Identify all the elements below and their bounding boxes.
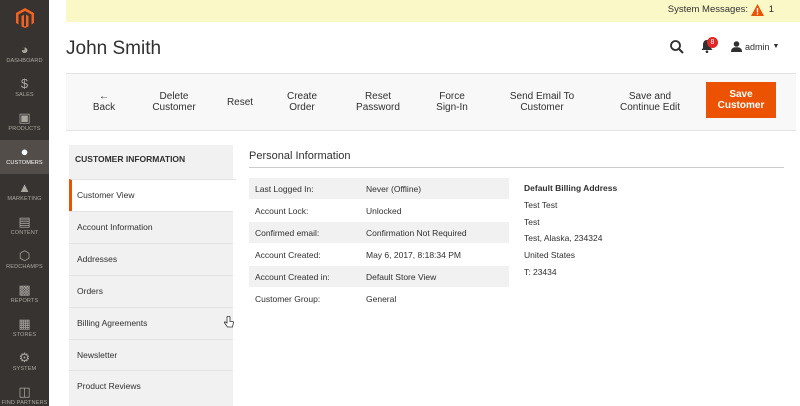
send-email-button[interactable]: Send Email To Customer [496, 74, 588, 130]
hand-cursor-icon [223, 315, 234, 333]
personal-info-title: Personal Information [249, 150, 351, 162]
delete-customer-button[interactable]: Delete Customer [144, 74, 204, 130]
content-icon: ▤ [18, 214, 31, 229]
table-row: Account Created in: Default Store View [249, 266, 509, 287]
nav-reports[interactable]: ▩ Reports [0, 278, 49, 312]
partners-icon: ◫ [18, 384, 31, 399]
admin-sidebar: ◕ Dashboard $ Sales ▣ Products ● Custome… [0, 0, 49, 406]
table-row: Last Logged In: Never (Offline) [249, 178, 509, 199]
store-icon: ▦ [18, 316, 31, 331]
nav-system[interactable]: ⚙ System [0, 346, 49, 380]
hexagon-icon: ⬡ [18, 248, 31, 263]
arrow-left-icon: ← [98, 91, 109, 102]
nav-redchamps[interactable]: ⬡ Redchamps [0, 244, 49, 278]
default-billing-address: Default Billing Address Test Test Test T… [524, 183, 617, 284]
customer-info-tabs: Customer Information Customer View Accou… [69, 145, 236, 406]
page-title: John Smith [66, 38, 162, 59]
billing-line: United States [524, 250, 576, 261]
nav-marketing[interactable]: ▲ Marketing [0, 176, 49, 210]
force-sign-in-button[interactable]: Force Sign-In [424, 74, 480, 130]
create-order-button[interactable]: Create Order [274, 74, 330, 130]
tabs-heading: Customer Information [75, 154, 186, 164]
table-row: Account Created: May 6, 2017, 8:18:34 PM [255, 250, 461, 260]
tab-account-information[interactable]: Account Information [69, 211, 233, 243]
billing-line: Test [524, 216, 540, 227]
tab-product-reviews[interactable]: Product Reviews [69, 370, 233, 402]
nav-sales[interactable]: $ Sales [0, 72, 49, 106]
bar-chart-icon: ▩ [18, 282, 31, 297]
user-icon [731, 41, 742, 52]
system-messages-label: System Messages: [667, 4, 748, 15]
dashboard-icon: ◕ [20, 42, 29, 57]
gear-icon: ⚙ [18, 350, 31, 365]
nav-customers[interactable]: ● Customers [0, 140, 49, 174]
notification-badge: 8 [707, 37, 718, 48]
nav-products[interactable]: ▣ Products [0, 106, 49, 140]
table-row: Customer Group: General [255, 294, 397, 304]
section-divider [249, 167, 784, 168]
dollar-icon: $ [20, 76, 29, 91]
chevron-down-icon: ▼ [772, 43, 780, 50]
warning-icon [751, 3, 764, 21]
tab-addresses[interactable]: Addresses [69, 243, 233, 275]
search-icon[interactable] [670, 40, 684, 59]
reset-password-button[interactable]: Reset Password [346, 74, 410, 130]
magento-logo[interactable] [0, 0, 49, 36]
admin-username: admin [745, 41, 770, 52]
nav-find-partners[interactable]: ◫ Find Partners [0, 380, 49, 406]
tab-billing-agreements[interactable]: Billing Agreements [69, 307, 233, 339]
reset-button[interactable]: Reset [218, 74, 262, 130]
megaphone-icon: ▲ [18, 180, 31, 195]
table-row: Confirmed email: Confirmation Not Require… [249, 222, 509, 243]
billing-line: Test Test [524, 199, 558, 210]
nav-dashboard[interactable]: ◕ Dashboard [0, 38, 49, 72]
page-actions-toolbar: ← Back Delete Customer Reset Create Order… [66, 73, 796, 131]
system-messages-bar[interactable]: System Messages: 1 [66, 0, 800, 22]
save-customer-button[interactable]: Save Customer [706, 82, 776, 118]
notifications-button[interactable]: 8 [701, 37, 718, 58]
nav-stores[interactable]: ▦ Stores [0, 312, 49, 346]
system-messages-count: 1 [768, 4, 774, 15]
save-and-continue-button[interactable]: Save and Continue Edit [606, 74, 694, 130]
back-button[interactable]: ← Back [78, 74, 130, 130]
billing-heading: Default Billing Address [524, 183, 618, 193]
table-row: Account Lock: Unlocked [255, 206, 402, 216]
person-icon: ● [20, 144, 29, 159]
billing-line: T: 23434 [524, 266, 557, 277]
tab-newsletter[interactable]: Newsletter [69, 339, 233, 371]
tab-customer-view[interactable]: Customer View [69, 179, 236, 211]
tab-orders[interactable]: Orders [69, 275, 233, 307]
nav-content[interactable]: ▤ Content [0, 210, 49, 244]
box-icon: ▣ [18, 110, 31, 125]
billing-line: Test, Alaska, 234324 [524, 233, 603, 244]
admin-user-menu[interactable]: admin ▼ [731, 41, 779, 52]
